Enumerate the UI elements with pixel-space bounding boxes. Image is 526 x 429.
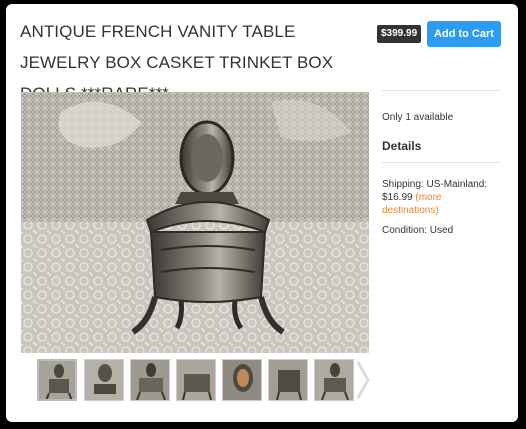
- shipping-info: Shipping: US-Mainland: $16.99 (more dest…: [382, 178, 500, 217]
- thumbnail[interactable]: [37, 359, 77, 401]
- chevron-right-icon: [356, 361, 370, 399]
- price-badge: $399.99: [377, 25, 422, 43]
- main-product-image[interactable]: [21, 92, 369, 353]
- vanity-jewelry-box-photo: [21, 92, 369, 353]
- thumbnail[interactable]: [314, 359, 354, 401]
- listing-details-panel: Only 1 available Details Shipping: US-Ma…: [382, 90, 500, 236]
- listing-window: ANTIQUE FRENCH VANITY TABLE JEWELRY BOX …: [6, 4, 518, 422]
- shipping-price: $16.99: [382, 192, 413, 203]
- details-heading: Details: [382, 139, 422, 153]
- shipping-label: Shipping: US-Mainland:: [382, 179, 488, 190]
- divider: [382, 90, 500, 91]
- thumbnail[interactable]: [176, 359, 216, 401]
- thumbnail[interactable]: [268, 359, 308, 401]
- thumbnail-next-button[interactable]: [355, 356, 371, 404]
- add-to-cart-button[interactable]: Add to Cart: [427, 21, 501, 47]
- thumbnail[interactable]: [84, 359, 124, 401]
- thumbnail-strip: [21, 357, 369, 405]
- thumbnail[interactable]: [130, 359, 170, 401]
- condition-text: Condition: Used: [382, 225, 454, 236]
- divider: [382, 162, 500, 163]
- thumbnail[interactable]: [222, 359, 262, 401]
- availability-text: Only 1 available: [382, 112, 454, 123]
